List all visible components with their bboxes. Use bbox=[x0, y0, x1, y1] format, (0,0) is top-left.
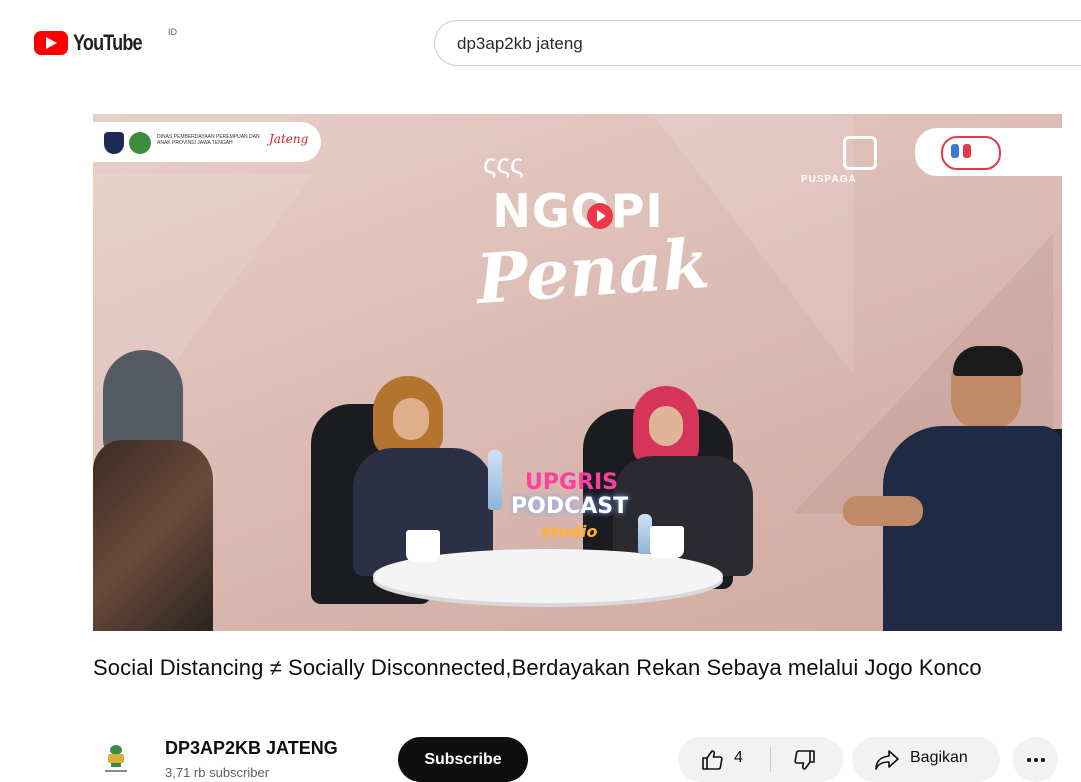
thumbs-down-icon bbox=[794, 750, 815, 770]
share-button[interactable]: Bagikan bbox=[852, 737, 1000, 782]
search-input[interactable]: dp3ap2kb jateng bbox=[457, 34, 583, 54]
water-bottle bbox=[488, 450, 502, 510]
thumbs-up-icon bbox=[702, 750, 723, 770]
youtube-play-icon bbox=[34, 31, 68, 55]
child-friendly-logo bbox=[915, 128, 1062, 176]
more-actions-button[interactable] bbox=[1013, 737, 1058, 782]
heart-icon bbox=[941, 136, 1001, 170]
masthead: YouTube ID dp3ap2kb jateng bbox=[0, 0, 1081, 78]
share-icon bbox=[875, 750, 899, 770]
steam-decoration: ςςς bbox=[483, 148, 524, 179]
dept-logo-banner: DINAS PEMBERDAYAAN PEREMPUAN DAN ANAK PR… bbox=[93, 122, 321, 162]
podcast-neon-sign: UPGRIS PODCAST studio bbox=[511, 470, 629, 541]
person-right bbox=[813, 346, 1062, 631]
youtube-wordmark: YouTube bbox=[73, 30, 143, 55]
channel-name[interactable]: DP3AP2KB JATENG bbox=[165, 738, 338, 759]
jateng-logo: Jateng bbox=[269, 132, 309, 146]
play-icon bbox=[587, 203, 613, 229]
video-title: Social Distancing ≠ Socially Disconnecte… bbox=[93, 655, 982, 680]
subscribe-button[interactable]: Subscribe bbox=[398, 737, 528, 782]
puspaga-logo: PUSPAGA bbox=[793, 130, 893, 192]
like-button[interactable]: 4 bbox=[678, 737, 770, 782]
child-icon bbox=[951, 144, 959, 158]
subscriber-count: 3,71 rb subscriber bbox=[165, 765, 270, 780]
share-label: Bagikan bbox=[910, 749, 968, 766]
mug bbox=[406, 530, 440, 562]
child-icon bbox=[963, 144, 971, 158]
person-left bbox=[93, 350, 223, 631]
dept-text: DINAS PEMBERDAYAAN PEREMPUAN DAN ANAK PR… bbox=[157, 134, 260, 146]
youtube-logo[interactable]: YouTube bbox=[34, 30, 157, 56]
more-horizontal-icon bbox=[1027, 758, 1045, 762]
puspaga-mark-icon bbox=[843, 136, 877, 170]
dislike-button[interactable] bbox=[771, 737, 843, 782]
mug bbox=[650, 526, 684, 558]
province-emblem-icon bbox=[129, 132, 151, 154]
channel-avatar[interactable] bbox=[103, 742, 129, 776]
like-count: 4 bbox=[734, 749, 743, 766]
video-player[interactable]: DINAS PEMBERDAYAAN PEREMPUAN DAN ANAK PR… bbox=[93, 114, 1062, 631]
emblem-icon bbox=[104, 132, 124, 154]
search-box[interactable]: dp3ap2kb jateng bbox=[434, 20, 1081, 66]
like-dislike-group: 4 bbox=[678, 737, 843, 782]
region-code: ID bbox=[168, 27, 177, 37]
